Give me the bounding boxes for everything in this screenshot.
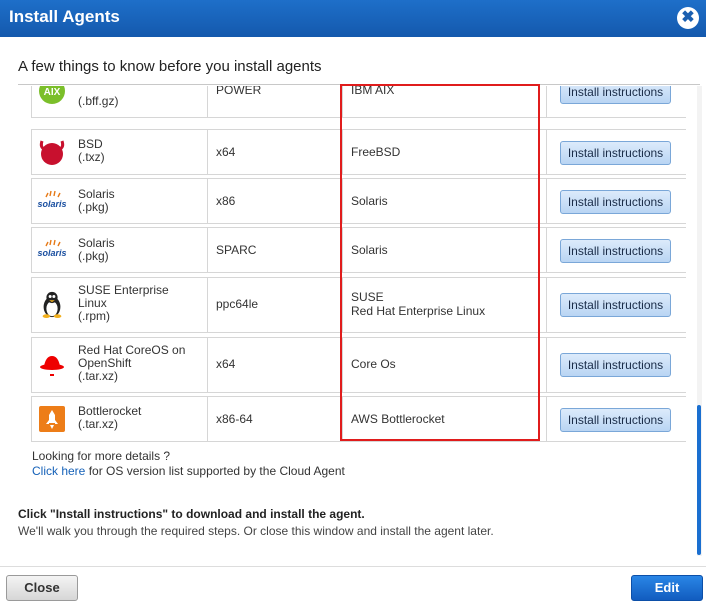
table-row: BSD (.txz) x64 FreeBSD Install instructi… <box>31 129 686 175</box>
install-note-text: We'll walk you through the required step… <box>18 524 494 538</box>
os-name: Solaris (.pkg) <box>78 187 115 214</box>
footer-divider <box>0 566 706 567</box>
install-instructions-button[interactable]: Install instructions <box>560 190 671 214</box>
table-row: Bottlerocket (.tar.xz) x86-64 AWS Bottle… <box>31 396 686 442</box>
solaris-logo-icon: solaris <box>37 190 67 209</box>
agents-table: AIX (.bff.gz) POWER IBM AIX Install inst… <box>31 86 686 443</box>
install-instructions-button[interactable]: Install instructions <box>560 141 671 165</box>
scrollbar-thumb[interactable] <box>697 405 701 555</box>
install-instructions-button[interactable]: Install instructions <box>560 293 671 317</box>
architecture: x64 <box>216 145 236 159</box>
architecture: x64 <box>216 357 236 371</box>
distribution: Core Os <box>351 357 396 371</box>
click-here-link[interactable]: Click here <box>32 464 85 478</box>
os-version-list-line: Click here for OS version list supported… <box>32 464 345 478</box>
distribution: AWS Bottlerocket <box>351 412 445 426</box>
distribution: FreeBSD <box>351 145 401 159</box>
os-name: (.bff.gz) <box>78 94 119 108</box>
svg-text:solaris: solaris <box>37 248 66 258</box>
more-details-text: Looking for more details ? <box>32 449 171 463</box>
close-button[interactable]: Close <box>6 575 78 601</box>
aix-logo-icon: AIX <box>39 86 65 104</box>
table-row: AIX (.bff.gz) POWER IBM AIX Install inst… <box>31 86 686 118</box>
freebsd-logo-icon <box>39 140 65 165</box>
architecture: ppc64le <box>216 297 259 311</box>
architecture: x86 <box>216 194 236 208</box>
close-icon[interactable]: ✖ <box>677 7 699 29</box>
architecture: POWER <box>216 86 262 97</box>
distribution: IBM AIX <box>351 86 395 97</box>
table-row: solaris Solaris (.pkg) SPARC Solaris Ins… <box>31 227 686 273</box>
solaris-logo-icon: solaris <box>37 239 67 258</box>
divider <box>18 84 700 85</box>
os-name: SUSE Enterprise Linux (.rpm) <box>78 283 169 323</box>
dialog-title: Install Agents <box>9 7 120 26</box>
install-note-title: Click "Install instructions" to download… <box>18 507 365 521</box>
install-instructions-button[interactable]: Install instructions <box>560 239 671 263</box>
os-name: Solaris (.pkg) <box>78 236 115 263</box>
architecture: x86-64 <box>216 412 253 426</box>
architecture: SPARC <box>216 243 257 257</box>
table-row: Red Hat CoreOS on OpenShift (.tar.xz) x6… <box>31 337 686 393</box>
install-instructions-button[interactable]: Install instructions <box>560 353 671 377</box>
table-row: SUSE Enterprise Linux (.rpm) ppc64le SUS… <box>31 277 686 333</box>
bottlerocket-logo-icon <box>39 406 65 432</box>
os-name: Red Hat CoreOS on OpenShift (.tar.xz) <box>78 343 186 383</box>
dialog-title-bar: Install Agents ✖ <box>0 0 706 37</box>
os-name: BSD (.txz) <box>78 137 105 164</box>
linux-tux-icon <box>42 291 62 318</box>
intro-text: A few things to know before you install … <box>18 58 322 75</box>
distribution: Solaris <box>351 243 388 257</box>
table-row: solaris Solaris (.pkg) x86 Solaris Insta… <box>31 178 686 224</box>
os-name: Bottlerocket (.tar.xz) <box>78 404 142 431</box>
install-instructions-button[interactable]: Install instructions <box>560 86 671 104</box>
distribution: Solaris <box>351 194 388 208</box>
edit-button[interactable]: Edit <box>631 575 703 601</box>
install-instructions-button[interactable]: Install instructions <box>560 408 671 432</box>
distribution: SUSE Red Hat Enterprise Linux <box>351 290 486 318</box>
svg-text:AIX: AIX <box>44 87 61 98</box>
os-version-list-text: for OS version list supported by the Clo… <box>85 464 345 478</box>
svg-text:solaris: solaris <box>37 199 66 209</box>
redhat-logo-icon <box>40 356 64 376</box>
